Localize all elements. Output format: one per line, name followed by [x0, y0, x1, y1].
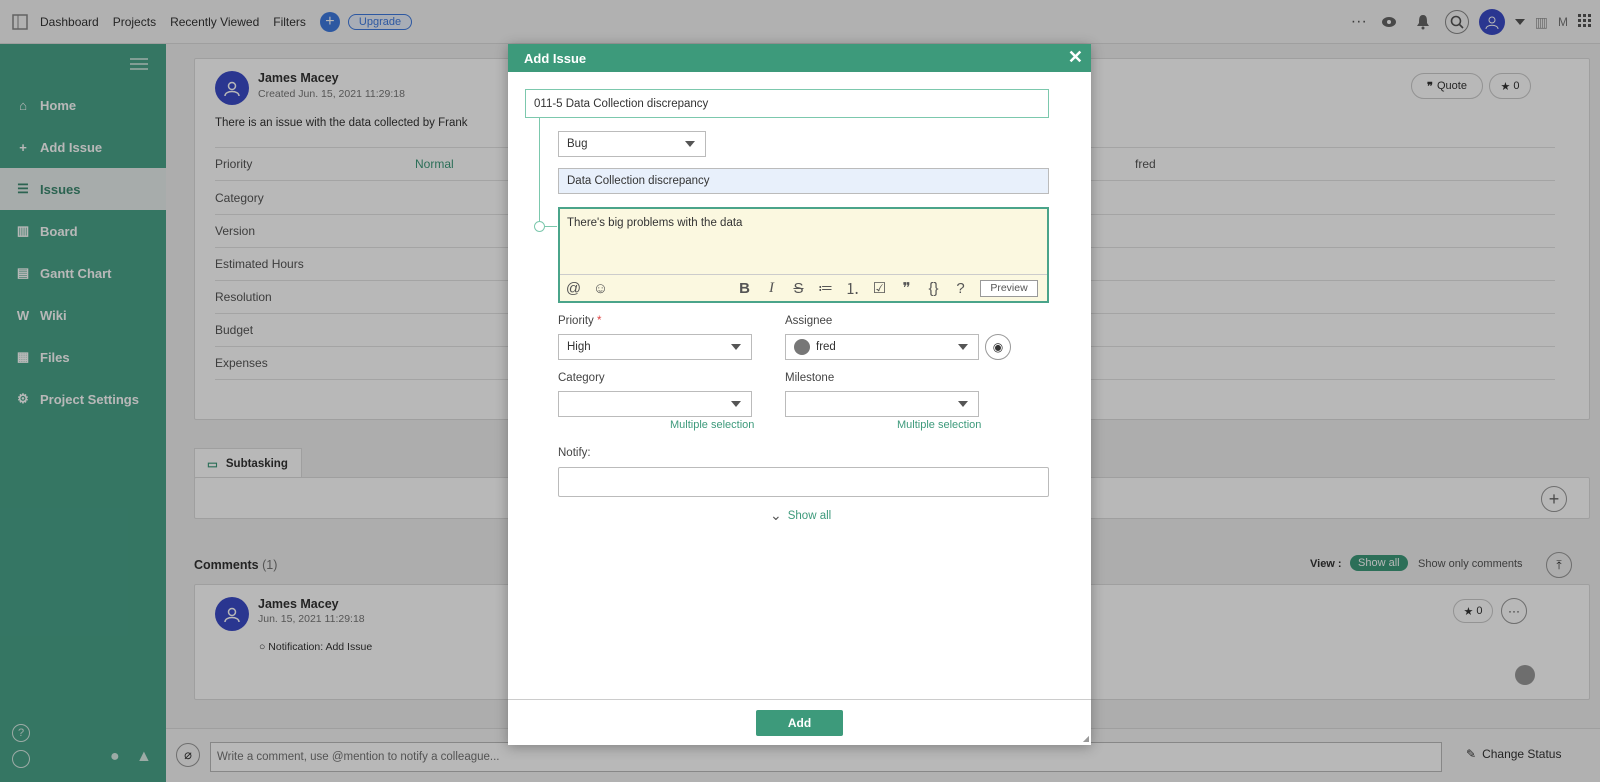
- modal-header: Add Issue ✕: [508, 44, 1091, 72]
- chevron-down-icon: ⌄: [770, 507, 782, 523]
- italic-icon[interactable]: I: [758, 280, 785, 297]
- modal-title: Add Issue: [524, 50, 587, 66]
- priority-select[interactable]: High: [558, 334, 752, 360]
- milestone-label: Milestone: [785, 372, 835, 384]
- assignee-select[interactable]: fred: [785, 334, 979, 360]
- milestone-multiple-selection-link[interactable]: Multiple selection: [897, 419, 981, 431]
- chevron-down-icon: [685, 141, 695, 147]
- quote-icon[interactable]: ❞: [893, 279, 920, 297]
- priority-label: Priority *: [558, 315, 602, 327]
- chevron-down-icon: [731, 344, 741, 350]
- show-all-link[interactable]: ⌄ Show all: [770, 507, 831, 524]
- summary-input[interactable]: Data Collection discrepancy: [558, 168, 1049, 194]
- mention-icon[interactable]: @: [560, 280, 587, 297]
- numbered-list-icon[interactable]: ⒈: [839, 278, 866, 299]
- editor-toolbar: @ ☺ B I S ≔ ⒈ ☑ ❞ {} ? Preview: [560, 274, 1047, 301]
- assign-to-me-icon[interactable]: ◉: [985, 334, 1011, 360]
- parent-issue-field[interactable]: 011-5 Data Collection discrepancy: [525, 89, 1049, 118]
- issue-type-select[interactable]: Bug: [558, 131, 706, 157]
- category-select[interactable]: [558, 391, 752, 417]
- tree-connector: [539, 118, 540, 226]
- category-label: Category: [558, 372, 605, 384]
- emoji-icon[interactable]: ☺: [587, 280, 614, 297]
- preview-button[interactable]: Preview: [980, 279, 1038, 297]
- avatar: [794, 339, 810, 355]
- add-button[interactable]: Add: [756, 709, 843, 736]
- help-icon[interactable]: ?: [947, 280, 974, 297]
- bold-icon[interactable]: B: [731, 280, 758, 297]
- close-icon[interactable]: ✕: [1068, 48, 1083, 66]
- resize-handle[interactable]: ◢: [1083, 734, 1089, 743]
- modal-footer: Add: [508, 699, 1091, 745]
- description-editor[interactable]: There's big problems with the data @ ☺ B…: [558, 207, 1049, 303]
- chevron-down-icon: [958, 344, 968, 350]
- notify-label: Notify:: [558, 447, 591, 459]
- strikethrough-icon[interactable]: S: [785, 280, 812, 297]
- assignee-label: Assignee: [785, 315, 833, 327]
- category-multiple-selection-link[interactable]: Multiple selection: [670, 419, 754, 431]
- milestone-select[interactable]: [785, 391, 979, 417]
- description-text[interactable]: There's big problems with the data: [567, 217, 742, 229]
- bullet-list-icon[interactable]: ≔: [812, 279, 839, 297]
- chevron-down-icon: [958, 401, 968, 407]
- tree-node-icon: [534, 221, 545, 232]
- notify-input[interactable]: [558, 467, 1049, 497]
- chevron-down-icon: [731, 401, 741, 407]
- code-icon[interactable]: {}: [920, 280, 947, 297]
- checklist-icon[interactable]: ☑: [866, 279, 893, 297]
- add-issue-modal: Add Issue ✕ 011-5 Data Collection discre…: [508, 44, 1091, 745]
